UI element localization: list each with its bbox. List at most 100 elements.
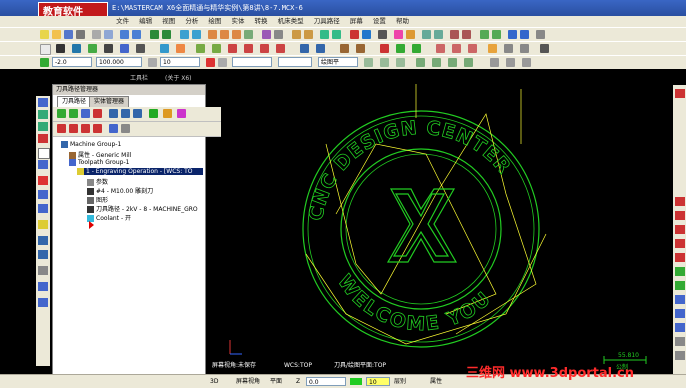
surface-icon[interactable]: [196, 44, 205, 53]
open-file-icon[interactable]: [52, 30, 61, 39]
trim-icon[interactable]: [422, 30, 431, 39]
right-tool-13-icon[interactable]: [675, 351, 685, 360]
linestyle-icon[interactable]: [218, 58, 227, 67]
status-level[interactable]: 层别: [394, 375, 406, 388]
tab-solids[interactable]: 实体管理器: [89, 96, 130, 107]
contour-icon[interactable]: [244, 44, 253, 53]
print-icon[interactable]: [76, 30, 85, 39]
attr-select[interactable]: 10: [160, 57, 200, 67]
tree-tool[interactable]: #4 - M10.00 雕刻刀: [87, 186, 153, 195]
tree-parameters[interactable]: 参数: [87, 177, 108, 186]
blue-icon-5[interactable]: [38, 298, 48, 307]
pattern-icon[interactable]: [520, 44, 529, 53]
translate-icon[interactable]: [480, 30, 489, 39]
status-attributes[interactable]: 属性: [430, 375, 442, 388]
star-icon[interactable]: [488, 44, 497, 53]
verify-op-icon[interactable]: [121, 109, 130, 118]
save-icon[interactable]: [64, 30, 73, 39]
analyze-icon[interactable]: [292, 30, 301, 39]
help-op-icon[interactable]: [177, 109, 186, 118]
arc-icon[interactable]: [72, 44, 81, 53]
level-value-select[interactable]: 100.000: [96, 57, 142, 67]
chamfer-icon[interactable]: [104, 44, 113, 53]
facing-icon[interactable]: [276, 44, 285, 53]
window-select-icon[interactable]: [522, 58, 531, 67]
regen-icon[interactable]: [38, 122, 48, 131]
view-plane-select[interactable]: 绘图平: [318, 57, 358, 67]
menu-view[interactable]: 视图: [158, 16, 179, 27]
menu-toolpaths[interactable]: 刀具路径: [310, 16, 344, 27]
offset-icon[interactable]: [508, 30, 517, 39]
undo-icon[interactable]: [120, 30, 129, 39]
style-select[interactable]: [278, 57, 312, 67]
lock-op-icon[interactable]: [121, 124, 130, 133]
right-tool-9-icon[interactable]: [675, 295, 685, 304]
post-op-icon[interactable]: [149, 109, 158, 118]
menu-screen[interactable]: 屏幕: [346, 16, 367, 27]
drill-icon[interactable]: [228, 44, 237, 53]
scale-icon[interactable]: [492, 30, 501, 39]
extrude-icon[interactable]: [332, 30, 341, 39]
blue-icon-3[interactable]: [38, 204, 48, 213]
menu-machine-type[interactable]: 机床类型: [274, 16, 308, 27]
tplane-icon[interactable]: [396, 58, 405, 67]
snap-icon[interactable]: [432, 58, 441, 67]
right-tool-11-icon[interactable]: [675, 323, 685, 332]
level-field[interactable]: 10: [366, 377, 390, 386]
shade-icon[interactable]: [262, 30, 271, 39]
right-tool-12-icon[interactable]: [675, 337, 685, 346]
db-icon[interactable]: [38, 236, 48, 245]
tree-toolpath[interactable]: 刀具路径 - 2kV - 8 - MACHINE_GRO: [87, 204, 198, 213]
right-tool-4-icon[interactable]: [675, 225, 685, 234]
select-dirty-icon[interactable]: [69, 109, 78, 118]
grey-icon[interactable]: [38, 266, 48, 275]
delete-icon[interactable]: [350, 30, 359, 39]
right-tool-8-icon[interactable]: [675, 281, 685, 290]
rotate-icon[interactable]: [462, 30, 471, 39]
move-down-icon[interactable]: [57, 124, 66, 133]
move-up-icon[interactable]: [69, 124, 78, 133]
right-tool-7-icon[interactable]: [675, 267, 685, 276]
dims-icon[interactable]: [452, 44, 461, 53]
z-depth-select[interactable]: -2.0: [52, 57, 92, 67]
dirty-icon[interactable]: [38, 134, 48, 143]
right-tool-10-icon[interactable]: [675, 309, 685, 318]
color-swatch-icon[interactable]: [206, 58, 215, 67]
color-swatch[interactable]: [350, 378, 362, 385]
polygon-icon[interactable]: [160, 44, 169, 53]
regen-dirty-icon[interactable]: [93, 109, 102, 118]
blue-icon-2[interactable]: [38, 190, 48, 199]
color-icon[interactable]: [394, 30, 403, 39]
view-iso-icon[interactable]: [244, 30, 253, 39]
grid-icon[interactable]: [436, 44, 445, 53]
status-3d[interactable]: 3D: [210, 375, 218, 388]
copy-icon[interactable]: [104, 30, 113, 39]
autocursor-icon[interactable]: [416, 58, 425, 67]
menu-file[interactable]: 文件: [112, 16, 133, 27]
redo-icon[interactable]: [132, 30, 141, 39]
zoom-window-icon[interactable]: [180, 30, 189, 39]
hatch-icon[interactable]: [504, 44, 513, 53]
view-top-icon[interactable]: [208, 30, 217, 39]
ruled-icon[interactable]: [212, 44, 221, 53]
status-screen-view[interactable]: 屏幕视角: [236, 375, 260, 388]
select-all-icon[interactable]: [38, 110, 48, 119]
break-icon[interactable]: [434, 30, 443, 39]
midpoint-icon[interactable]: [448, 58, 457, 67]
settings-icon[interactable]: [378, 30, 387, 39]
db-icon-2[interactable]: [38, 250, 48, 259]
level-icon-2[interactable]: [148, 58, 157, 67]
mirror-icon[interactable]: [450, 30, 459, 39]
tree-machine-group[interactable]: Machine Group-1: [61, 141, 121, 148]
insert-arrow-icon[interactable]: [81, 124, 90, 133]
menu-xform[interactable]: 转换: [251, 16, 272, 27]
verify-icon[interactable]: [300, 44, 309, 53]
center-icon[interactable]: [464, 58, 473, 67]
stock-icon[interactable]: [356, 44, 365, 53]
insert-icon[interactable]: [93, 124, 102, 133]
project-icon[interactable]: [520, 30, 529, 39]
cut-icon[interactable]: [92, 30, 101, 39]
filter-icon[interactable]: [506, 58, 515, 67]
view-side-icon[interactable]: [232, 30, 241, 39]
view-front-icon[interactable]: [220, 30, 229, 39]
